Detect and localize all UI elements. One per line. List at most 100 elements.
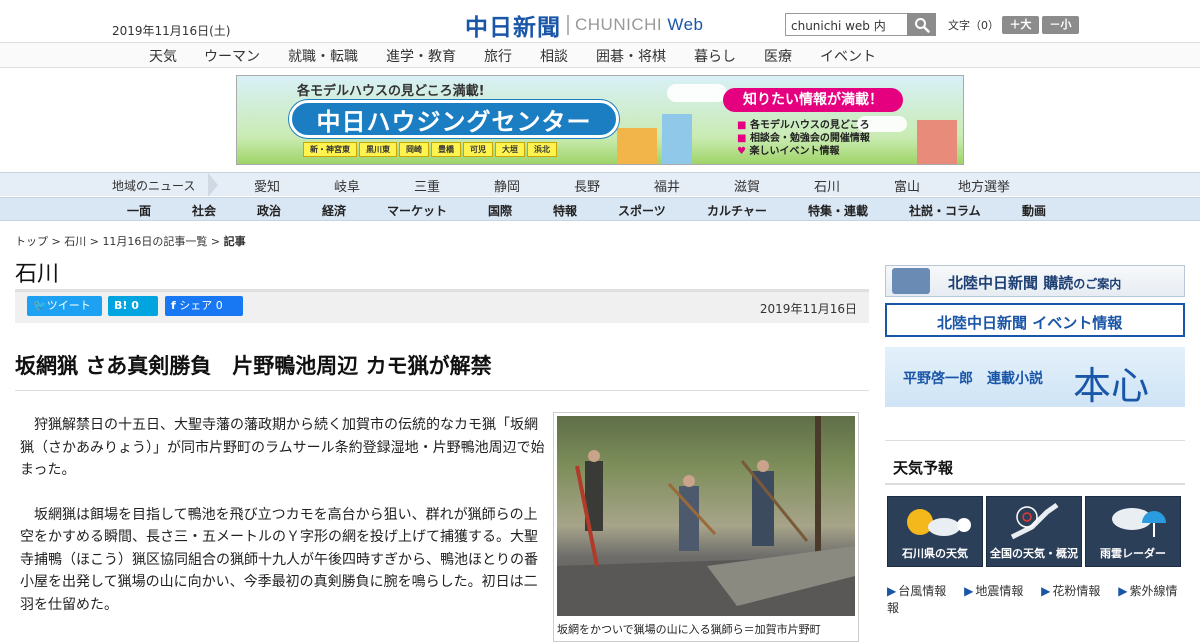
logo-divider <box>567 15 569 35</box>
serial-novel-banner[interactable]: 平野啓一郎 連載小説 本心 <box>885 347 1185 408</box>
top-nav-item[interactable]: 進学・教育 <box>386 46 456 66</box>
section-nav-item[interactable]: 社会 <box>192 202 216 219</box>
hatena-bookmark-button[interactable]: B! 0 <box>108 296 158 316</box>
chevron-right-icon: ▶ <box>964 584 974 598</box>
breadcrumb-link[interactable]: 石川 <box>64 235 86 248</box>
region-nav-item[interactable]: 滋賀 <box>734 176 760 195</box>
photo-image <box>557 416 855 616</box>
fb-count: 0 <box>215 299 223 312</box>
photo-caption: 坂網をかついで猟場の山に入る猟師ら＝加賀市片野町 <box>557 623 821 636</box>
top-nav-item[interactable]: 就職・転職 <box>288 46 358 66</box>
area-title: 石川 <box>15 262 60 287</box>
article-paragraph: 坂網猟は餌場を目指して鴨池を飛び立つカモを高台から狙い、群れが猟師らの上空をかす… <box>20 506 538 613</box>
section-nav-item[interactable]: 国際 <box>488 202 512 219</box>
banner-place: 浜北 <box>527 142 557 157</box>
region-nav-item[interactable]: 地方選挙 <box>958 176 1010 195</box>
logo-jp: 中日新聞 <box>465 14 561 41</box>
weather-tile-national[interactable]: 全国の天気・概況 <box>986 496 1082 567</box>
search-input[interactable]: chunichi web 内 <box>785 13 907 36</box>
fb-share-label: シェア <box>179 299 213 312</box>
region-nav-item[interactable]: 福井 <box>654 176 680 195</box>
breadcrumb-sep: > <box>207 235 224 248</box>
housing-center-banner[interactable]: 各モデルハウスの見どころ満載! 中日ハウジングセンター 新・神宮東 黒川東 岡崎… <box>236 75 964 165</box>
twitter-icon: 🐦 <box>33 299 47 312</box>
region-nav-item[interactable]: 富山 <box>894 176 920 195</box>
book-icon <box>892 268 930 294</box>
event-info-banner[interactable]: 北陸中日新聞 イベント情報 <box>885 303 1185 337</box>
search-button[interactable] <box>907 13 936 36</box>
weather-title: 天気予報 <box>893 459 954 477</box>
logo-web-text: Web <box>667 15 704 34</box>
section-nav-item[interactable]: カルチャー <box>707 202 767 219</box>
section-nav-item[interactable]: 一面 <box>127 202 151 219</box>
region-nav-item[interactable]: 石川 <box>814 176 840 195</box>
weather-link[interactable]: ▶ 台風情報 <box>887 584 946 598</box>
header-date: 2019年11月16日(土) <box>112 24 231 38</box>
section-nav-item[interactable]: マーケット <box>387 202 447 219</box>
article-photo[interactable]: 坂網をかついで猟場の山に入る猟師ら＝加賀市片野町 <box>553 412 859 642</box>
tweet-button[interactable]: 🐦ツイート <box>27 296 102 316</box>
top-nav-item[interactable]: 囲碁・将棋 <box>596 46 666 66</box>
banner-place: 新・神宮東 <box>303 142 357 157</box>
region-nav-label: 地域のニュース <box>112 179 196 193</box>
event-info-text: 北陸中日新聞 イベント情報 <box>937 314 1123 332</box>
section-nav-item[interactable]: 経済 <box>322 202 346 219</box>
weather-tile-ishikawa[interactable]: 石川県の天気 <box>887 496 983 567</box>
top-nav-item[interactable]: イベント <box>820 46 876 66</box>
banner-bullet: ♥ 楽しいイベント情報 <box>737 142 839 157</box>
top-nav-item[interactable]: 医療 <box>764 46 792 66</box>
logo-en: CHUNICHI Web <box>575 15 704 35</box>
banner-catch: 各モデルハウスの見どころ満載! <box>297 84 485 99</box>
hatena-count: 0 <box>131 299 139 312</box>
weather-link[interactable]: ▶ 花粉情報 <box>1041 584 1100 598</box>
region-nav-item[interactable]: 三重 <box>414 176 440 195</box>
weather-tile-label: 雨雲レーダー <box>1100 547 1166 560</box>
top-nav-item[interactable]: 天気 <box>149 46 177 66</box>
breadcrumb: トップ > 石川 > 11月16日の記事一覧 > 記事 <box>15 233 246 249</box>
font-larger-button[interactable]: ＋大 <box>1002 16 1039 34</box>
section-nav-item[interactable]: 動画 <box>1022 202 1046 219</box>
region-nav-item[interactable]: 静岡 <box>494 176 520 195</box>
top-nav-item[interactable]: ウーマン <box>204 46 260 66</box>
weather-link-text: 地震情報 <box>975 584 1024 598</box>
top-nav-item[interactable]: 旅行 <box>484 46 512 66</box>
weather-link-text: 台風情報 <box>898 584 947 598</box>
house-shape <box>617 128 657 164</box>
chevron-right-icon: ▶ <box>887 584 897 598</box>
region-nav-item[interactable]: 長野 <box>574 176 600 195</box>
weather-tile-radar[interactable]: 雨雲レーダー <box>1085 496 1181 567</box>
font-size-label: 文字（0） <box>948 19 999 32</box>
top-nav-item[interactable]: 暮らし <box>694 46 736 66</box>
divider <box>15 390 869 391</box>
search-icon <box>914 17 930 33</box>
breadcrumb-sep: > <box>86 235 103 248</box>
weather-tile-label: 石川県の天気 <box>902 547 968 560</box>
share-bar: 🐦ツイート B! 0 f シェア 0 2019年11月16日 <box>15 289 869 323</box>
banner-place: 可児 <box>463 142 493 157</box>
heart-icon: ♥ <box>737 146 746 157</box>
section-nav-item[interactable]: 特報 <box>553 202 577 219</box>
subscribe-banner[interactable]: 北陸中日新聞 購読のご案内 <box>885 265 1185 297</box>
weather-link[interactable]: ▶ 地震情報 <box>964 584 1023 598</box>
banner-place: 岡崎 <box>399 142 429 157</box>
section-nav-item[interactable]: 政治 <box>257 202 281 219</box>
region-nav-item[interactable]: 愛知 <box>254 176 280 195</box>
breadcrumb-current: 記事 <box>223 235 246 248</box>
top-nav-item[interactable]: 相談 <box>540 46 568 66</box>
section-nav-item[interactable]: スポーツ <box>618 202 666 219</box>
chevron-right-icon: ▶ <box>1041 584 1051 598</box>
facebook-icon: f <box>171 299 176 312</box>
facebook-share-button[interactable]: f シェア 0 <box>165 296 243 316</box>
site-header: 2019年11月16日(土) 中日新聞 CHUNICHI Web chunich… <box>0 0 1200 42</box>
hunters-photo-illustration <box>557 416 855 616</box>
house-shape <box>917 120 957 164</box>
section-nav-item[interactable]: 特集・連載 <box>808 202 868 219</box>
section-nav-item[interactable]: 社説・コラム <box>909 202 981 219</box>
region-nav-item[interactable]: 岐阜 <box>334 176 360 195</box>
breadcrumb-link[interactable]: トップ <box>15 235 48 248</box>
breadcrumb-link[interactable]: 11月16日の記事一覧 <box>102 235 207 248</box>
article-headline: 坂網猟 さあ真剣勝負 片野鴨池周辺 カモ猟が解禁 <box>15 354 492 378</box>
font-smaller-button[interactable]: －小 <box>1042 16 1079 34</box>
house-shape <box>662 114 692 164</box>
site-logo[interactable]: 中日新聞 CHUNICHI Web <box>465 8 704 42</box>
